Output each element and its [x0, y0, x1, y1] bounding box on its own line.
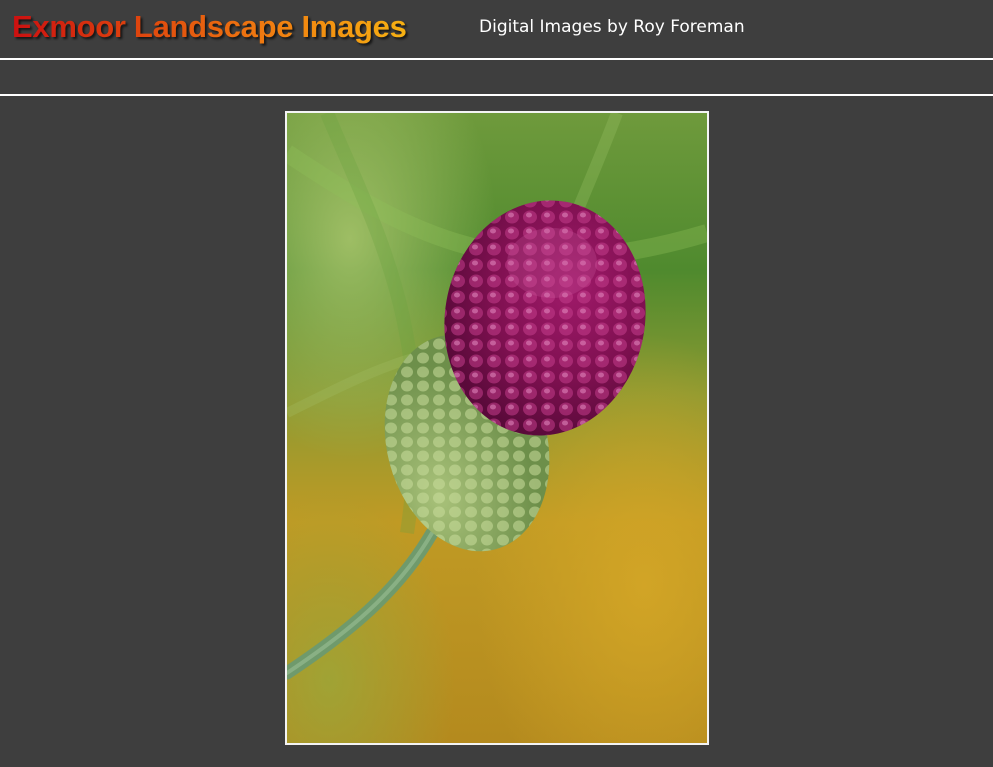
allium-flower-photo: [287, 113, 707, 743]
site-header: Exmoor Landscape Images Digital Images b…: [0, 0, 993, 58]
site-title-logo[interactable]: Exmoor Landscape Images: [12, 9, 407, 45]
navigation-bar: [0, 60, 993, 94]
site-tagline: Digital Images by Roy Foreman: [479, 17, 745, 37]
main-photo-frame[interactable]: [285, 111, 709, 745]
page: Exmoor Landscape Images Digital Images b…: [0, 0, 993, 767]
header-divider-bottom: [0, 94, 993, 96]
